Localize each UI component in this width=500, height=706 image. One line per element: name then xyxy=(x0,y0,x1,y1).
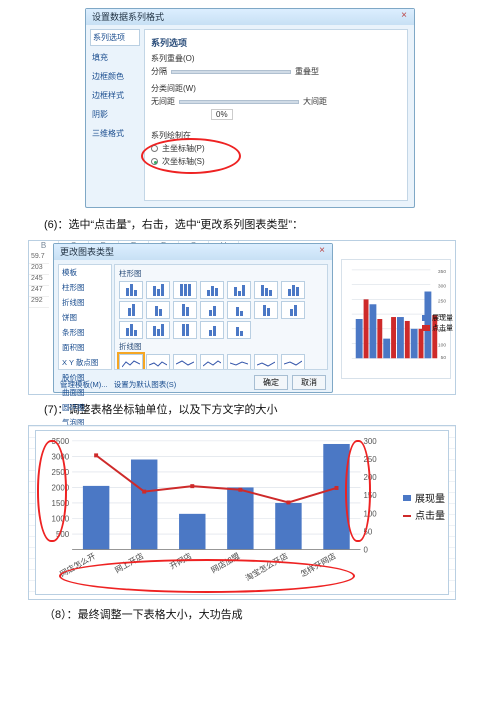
cell-val-1: 203 xyxy=(29,264,49,275)
col-chart-thumb[interactable] xyxy=(200,301,224,319)
dialog2-title: 更改图表类型 × xyxy=(54,244,332,260)
set-default-link[interactable]: 设置为默认图表(S) xyxy=(114,380,177,389)
svg-text:100: 100 xyxy=(438,342,446,348)
cell-val-3: 247 xyxy=(29,286,49,297)
tab-border-color[interactable]: 边框颜色 xyxy=(90,69,140,84)
change-chart-type-stage: B C D E F G H 59.7 203 245 247 292 xyxy=(28,240,456,395)
dialog-title-text: 设置数据系列格式 xyxy=(92,12,164,22)
gap-slider[interactable] xyxy=(179,100,299,104)
type-area[interactable]: 面积图 xyxy=(59,340,111,355)
final-chart-stage: 5001000150020002500300035000501001502002… xyxy=(28,425,456,600)
tab-shadow[interactable]: 阴影 xyxy=(90,107,140,122)
overlap-right: 重叠型 xyxy=(295,66,319,77)
line-chart-thumb[interactable] xyxy=(200,354,224,370)
gallery-section-line: 折线图 xyxy=(119,341,325,352)
col-chart-thumb[interactable] xyxy=(146,301,170,319)
line-chart-thumb-selected[interactable] xyxy=(119,354,143,370)
type-doughnut[interactable]: 圆环图 xyxy=(59,400,111,415)
col-chart-thumb[interactable] xyxy=(146,321,170,339)
excel-row-headers: 59.7 203 245 247 292 xyxy=(29,253,49,308)
gap-left: 无间距 xyxy=(151,96,175,107)
cancel-button[interactable]: 取消 xyxy=(292,375,326,390)
red-oval-right-axis xyxy=(345,440,371,542)
col-chart-thumb[interactable] xyxy=(200,321,224,339)
gap-label: 分类间距(W) xyxy=(151,83,196,94)
gallery-section-column: 柱形图 xyxy=(119,268,325,279)
tab-fill[interactable]: 填充 xyxy=(90,50,140,65)
svg-text:300: 300 xyxy=(364,437,378,446)
col-chart-thumb[interactable] xyxy=(281,281,305,299)
svg-text:300: 300 xyxy=(438,284,446,290)
col-chart-thumb[interactable] xyxy=(146,281,170,299)
close-icon[interactable]: × xyxy=(316,245,328,257)
combo-chart-legend: 展现量 点击量 xyxy=(403,488,445,524)
line-chart-thumb[interactable] xyxy=(227,354,251,370)
col-chart-thumb[interactable] xyxy=(254,301,278,319)
col-chart-thumb[interactable] xyxy=(173,301,197,319)
col-chart-thumb[interactable] xyxy=(119,281,143,299)
overlap-label: 系列重叠(O) xyxy=(151,53,195,64)
type-template[interactable]: 模板 xyxy=(59,265,111,280)
legend-b: 点击量 xyxy=(432,323,453,333)
dialog2-title-text: 更改图表类型 xyxy=(60,247,114,257)
chart-thumbnail-gallery: 柱形图 xyxy=(114,264,328,370)
col-chart-thumb[interactable] xyxy=(227,301,251,319)
line-chart-thumb[interactable] xyxy=(281,354,305,370)
svg-text:250: 250 xyxy=(438,298,446,304)
tab-series-options[interactable]: 系列选项 xyxy=(90,29,140,46)
dialog-content: 系列选项 系列重叠(O) 分隔 重叠型 分类间距(W) 无间距 大间距 0% 系… xyxy=(144,29,408,201)
svg-text:50: 50 xyxy=(441,355,447,361)
change-chart-type-dialog: 更改图表类型 × 模板 柱形图 折线图 饼图 条形图 面积图 X Y 散点图 股… xyxy=(53,243,333,393)
red-circle-annotation xyxy=(141,138,241,174)
col-chart-thumb[interactable] xyxy=(173,281,197,299)
manage-templates-link[interactable]: 管理模板(M)... xyxy=(60,380,108,389)
svg-text:350: 350 xyxy=(438,269,446,275)
dialog-title: 设置数据系列格式 × xyxy=(86,9,414,25)
close-icon[interactable]: × xyxy=(398,10,410,22)
col-chart-thumb[interactable] xyxy=(227,281,251,299)
legend-bars: 展现量 xyxy=(415,490,445,505)
red-oval-left-axis xyxy=(37,440,67,542)
col-chart-thumb[interactable] xyxy=(227,321,251,339)
col-chart-thumb[interactable] xyxy=(173,321,197,339)
tab-3d[interactable]: 三维格式 xyxy=(90,126,140,141)
col-chart-thumb[interactable] xyxy=(119,301,143,319)
col-chart-thumb[interactable] xyxy=(281,301,305,319)
gap-right: 大间距 xyxy=(303,96,327,107)
type-line[interactable]: 折线图 xyxy=(59,295,111,310)
line-chart-thumb[interactable] xyxy=(173,354,197,370)
line-chart-thumb[interactable] xyxy=(254,354,278,370)
gap-value: 0% xyxy=(211,109,233,120)
line-chart-thumb[interactable] xyxy=(146,354,170,370)
type-column[interactable]: 柱形图 xyxy=(59,280,111,295)
red-oval-categories xyxy=(59,559,355,593)
preview-legend: 展现量 点击量 xyxy=(422,313,453,333)
overlap-slider[interactable] xyxy=(171,70,291,74)
col-chart-thumb[interactable] xyxy=(200,281,224,299)
type-xy[interactable]: X Y 散点图 xyxy=(59,355,111,370)
cell-val-2: 245 xyxy=(29,275,49,286)
tab-border-style[interactable]: 边框样式 xyxy=(90,88,140,103)
format-data-series-dialog: 设置数据系列格式 × 系列选项 填充 边框颜色 边框样式 阴影 三维格式 系列选… xyxy=(85,8,415,208)
type-bar[interactable]: 条形图 xyxy=(59,325,111,340)
cell-val-4: 292 xyxy=(29,297,49,308)
col-chart-thumb[interactable] xyxy=(119,321,143,339)
series-options-heading: 系列选项 xyxy=(151,36,401,49)
svg-text:0: 0 xyxy=(364,546,369,555)
col-chart-thumb[interactable] xyxy=(254,281,278,299)
cell-val-0: 59.7 xyxy=(29,253,49,264)
legend-line: 点击量 xyxy=(415,507,445,522)
caption-step-6: (6)：选中“点击量”，右击，选中“更改系列图表类型”： xyxy=(44,216,472,232)
dialog2-buttons: 确定 取消 xyxy=(254,375,326,390)
type-pie[interactable]: 饼图 xyxy=(59,310,111,325)
dialog-side-tabs: 系列选项 填充 边框颜色 边框样式 阴影 三维格式 xyxy=(90,29,140,141)
caption-step-8: （8）：最终调整一下表格大小，大功告成 xyxy=(44,606,472,622)
ok-button[interactable]: 确定 xyxy=(254,375,288,390)
overlap-left: 分隔 xyxy=(151,66,167,77)
legend-a: 展现量 xyxy=(432,313,453,323)
chart-type-list[interactable]: 模板 柱形图 折线图 饼图 条形图 面积图 X Y 散点图 股价图 曲面图 圆环… xyxy=(58,264,112,370)
